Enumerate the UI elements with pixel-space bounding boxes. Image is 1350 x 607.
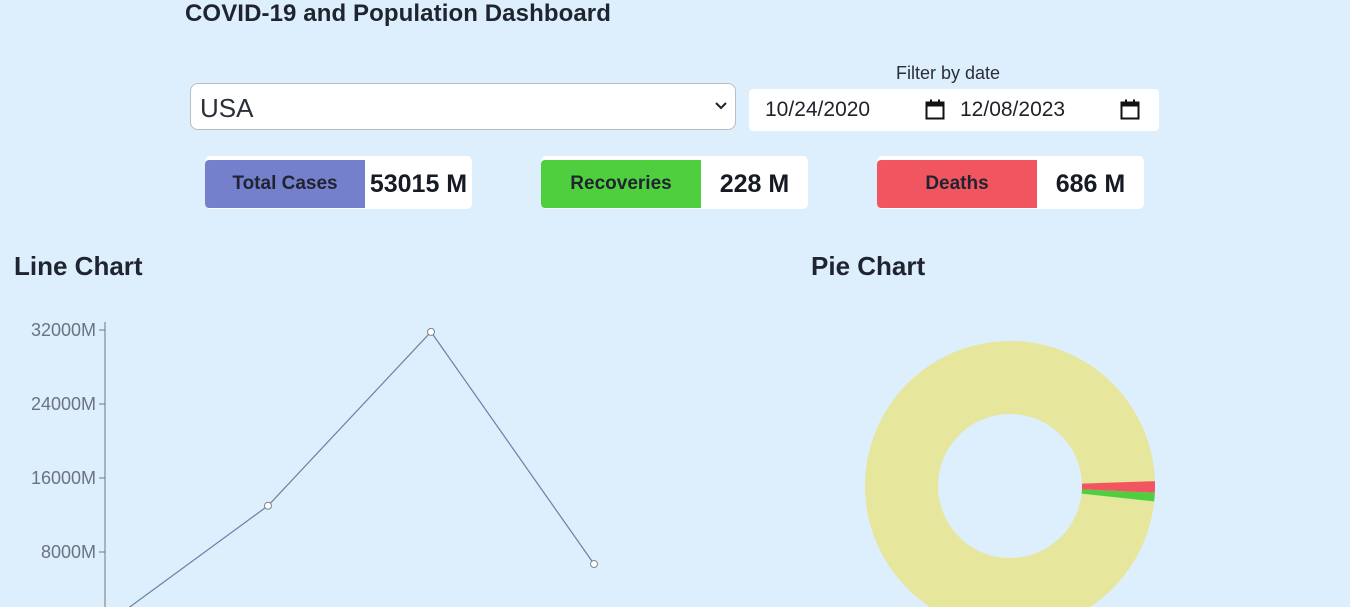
pie-slice bbox=[865, 341, 1155, 607]
pie-chart bbox=[865, 341, 1155, 607]
